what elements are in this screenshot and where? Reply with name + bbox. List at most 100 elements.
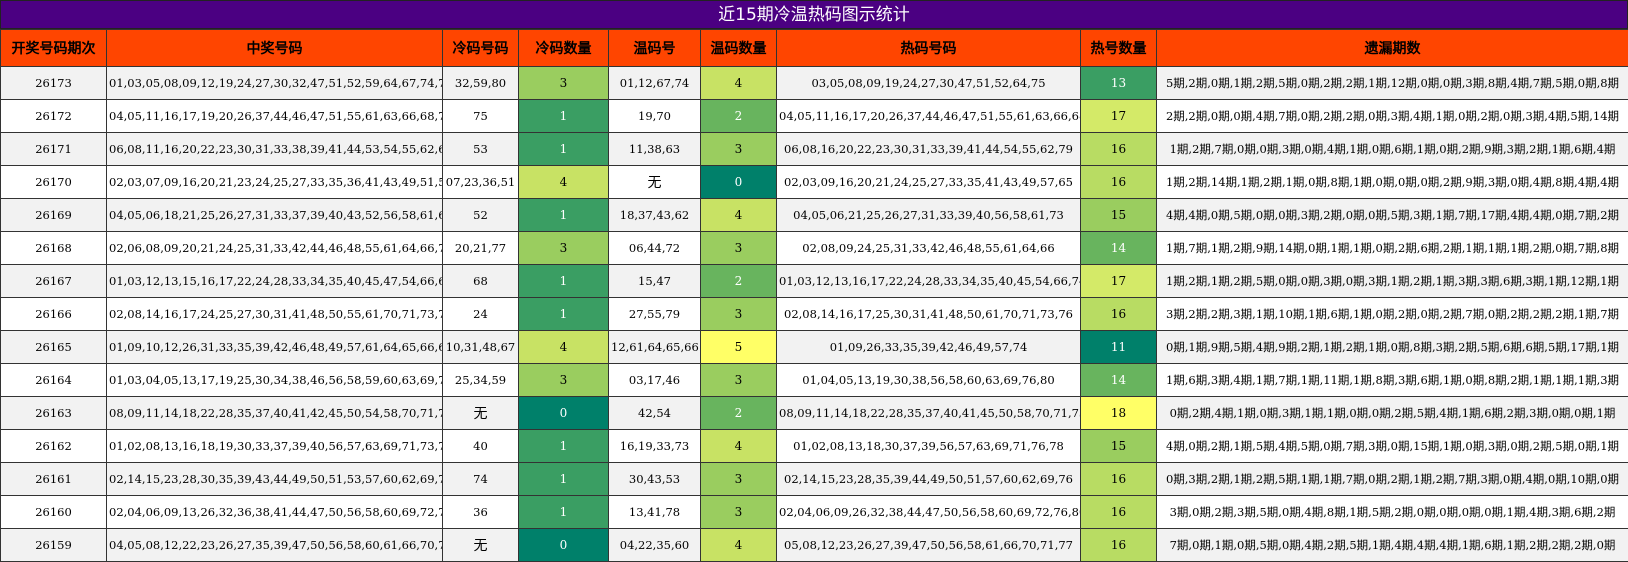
cell-warm-count: 3 — [700, 297, 777, 331]
cell-hot-numbers: 02,14,15,23,28,35,39,44,49,50,51,57,60,6… — [776, 462, 1081, 496]
cell-cold-count: 0 — [518, 396, 609, 430]
cell-warm-count: 2 — [700, 396, 777, 430]
cell-winning-numbers: 02,06,08,09,20,21,24,25,31,33,42,44,46,4… — [106, 231, 443, 265]
cell-hot-count: 17 — [1080, 264, 1157, 298]
header-row: 开奖号码期次 中奖号码 冷码号码 冷码数量 温码号 温码数量 热码号码 热号数量… — [0, 29, 1628, 67]
cell-warm-numbers: 无 — [608, 165, 701, 199]
cell-warm-count: 3 — [700, 462, 777, 496]
cell-missing-periods: 1期,7期,1期,2期,9期,14期,0期,1期,1期,0期,2期,6期,2期,… — [1156, 231, 1628, 265]
cell-period: 26166 — [0, 297, 107, 331]
cell-warm-numbers: 27,55,79 — [608, 297, 701, 331]
table-row: 26159 04,05,08,12,22,23,26,27,35,39,47,50… — [0, 528, 1628, 562]
cell-period: 26163 — [0, 396, 107, 430]
cell-period: 26162 — [0, 429, 107, 463]
cell-hot-count: 16 — [1080, 462, 1157, 496]
cell-missing-periods: 1期,2期,1期,2期,5期,0期,0期,3期,0期,3期,1期,2期,1期,3… — [1156, 264, 1628, 298]
cell-hot-numbers: 01,03,12,13,16,17,22,24,28,33,34,35,40,4… — [776, 264, 1081, 298]
cell-cold-numbers: 10,31,48,67 — [442, 330, 519, 364]
cell-warm-count: 3 — [700, 231, 777, 265]
cell-hot-count: 14 — [1080, 231, 1157, 265]
cell-missing-periods: 1期,6期,3期,4期,1期,7期,1期,11期,1期,8期,3期,6期,1期,… — [1156, 363, 1628, 397]
cell-winning-numbers: 01,03,04,05,13,17,19,25,30,34,38,46,56,5… — [106, 363, 443, 397]
stats-table: 开奖号码期次 中奖号码 冷码号码 冷码数量 温码号 温码数量 热码号码 热号数量… — [0, 29, 1628, 562]
cell-hot-count: 16 — [1080, 297, 1157, 331]
cell-missing-periods: 0期,2期,4期,1期,0期,3期,1期,1期,0期,0期,2期,5期,4期,1… — [1156, 396, 1628, 430]
cell-cold-count: 1 — [518, 132, 609, 166]
cell-period: 26169 — [0, 198, 107, 232]
cell-cold-count: 3 — [518, 231, 609, 265]
cell-winning-numbers: 01,09,10,12,26,31,33,35,39,42,46,48,49,5… — [106, 330, 443, 364]
cell-hot-count: 11 — [1080, 330, 1157, 364]
cell-cold-count: 1 — [518, 495, 609, 529]
cell-winning-numbers: 04,05,06,18,21,25,26,27,31,33,37,39,40,4… — [106, 198, 443, 232]
cell-cold-numbers: 24 — [442, 297, 519, 331]
cell-cold-count: 4 — [518, 330, 609, 364]
cell-warm-numbers: 03,17,46 — [608, 363, 701, 397]
cell-cold-numbers: 52 — [442, 198, 519, 232]
table-row: 26171 06,08,11,16,20,22,23,30,31,33,38,39… — [0, 132, 1628, 166]
cell-cold-count: 1 — [518, 99, 609, 133]
cell-hot-count: 16 — [1080, 132, 1157, 166]
cell-hot-numbers: 05,08,12,23,26,27,39,47,50,56,58,61,66,7… — [776, 528, 1081, 562]
cell-warm-count: 4 — [700, 528, 777, 562]
cell-warm-numbers: 01,12,67,74 — [608, 66, 701, 100]
cell-warm-numbers: 42,54 — [608, 396, 701, 430]
cell-cold-numbers: 07,23,36,51 — [442, 165, 519, 199]
cell-cold-numbers: 68 — [442, 264, 519, 298]
cell-hot-count: 17 — [1080, 99, 1157, 133]
cell-warm-numbers: 19,70 — [608, 99, 701, 133]
cell-warm-numbers: 16,19,33,73 — [608, 429, 701, 463]
header-cold-numbers: 冷码号码 — [442, 29, 519, 67]
cell-winning-numbers: 01,03,05,08,09,12,19,24,27,30,32,47,51,5… — [106, 66, 443, 100]
cell-missing-periods: 4期,0期,2期,1期,5期,4期,5期,0期,7期,3期,0期,15期,1期,… — [1156, 429, 1628, 463]
cell-hot-numbers: 02,04,06,09,26,32,38,44,47,50,56,58,60,6… — [776, 495, 1081, 529]
cell-warm-count: 4 — [700, 429, 777, 463]
table-row: 26169 04,05,06,18,21,25,26,27,31,33,37,39… — [0, 198, 1628, 232]
header-hot-count: 热号数量 — [1080, 29, 1157, 67]
cell-winning-numbers: 02,14,15,23,28,30,35,39,43,44,49,50,51,5… — [106, 462, 443, 496]
cell-period: 26171 — [0, 132, 107, 166]
cell-winning-numbers: 01,03,12,13,15,16,17,22,24,28,33,34,35,4… — [106, 264, 443, 298]
cell-period: 26161 — [0, 462, 107, 496]
chart-title: 近15期冷温热码图示统计 — [0, 0, 1628, 29]
cell-warm-numbers: 30,43,53 — [608, 462, 701, 496]
cell-period: 26173 — [0, 66, 107, 100]
cell-cold-numbers: 75 — [442, 99, 519, 133]
cell-cold-count: 1 — [518, 198, 609, 232]
cell-hot-count: 15 — [1080, 198, 1157, 232]
table-row: 26160 02,04,06,09,13,26,32,36,38,41,44,47… — [0, 495, 1628, 529]
header-warm-numbers: 温码号 — [608, 29, 701, 67]
cell-winning-numbers: 08,09,11,14,18,22,28,35,37,40,41,42,45,5… — [106, 396, 443, 430]
cell-period: 26160 — [0, 495, 107, 529]
cell-cold-numbers: 40 — [442, 429, 519, 463]
cell-hot-numbers: 06,08,16,20,22,23,30,31,33,39,41,44,54,5… — [776, 132, 1081, 166]
cell-cold-count: 1 — [518, 462, 609, 496]
cell-warm-count: 3 — [700, 132, 777, 166]
cell-winning-numbers: 06,08,11,16,20,22,23,30,31,33,38,39,41,4… — [106, 132, 443, 166]
cell-missing-periods: 0期,3期,2期,1期,2期,5期,1期,1期,7期,0期,2期,1期,2期,7… — [1156, 462, 1628, 496]
cell-warm-numbers: 06,44,72 — [608, 231, 701, 265]
cell-cold-count: 1 — [518, 297, 609, 331]
header-cold-count: 冷码数量 — [518, 29, 609, 67]
cell-warm-count: 0 — [700, 165, 777, 199]
cell-period: 26168 — [0, 231, 107, 265]
cell-cold-count: 1 — [518, 429, 609, 463]
cell-cold-numbers: 32,59,80 — [442, 66, 519, 100]
cell-period: 26159 — [0, 528, 107, 562]
cell-winning-numbers: 02,08,14,16,17,24,25,27,30,31,41,48,50,5… — [106, 297, 443, 331]
cell-warm-count: 2 — [700, 264, 777, 298]
cell-hot-numbers: 04,05,06,21,25,26,27,31,33,39,40,56,58,6… — [776, 198, 1081, 232]
cell-hot-count: 13 — [1080, 66, 1157, 100]
header-warm-count: 温码数量 — [700, 29, 777, 67]
cell-hot-numbers: 03,05,08,09,19,24,27,30,47,51,52,64,75 — [776, 66, 1081, 100]
cell-hot-count: 18 — [1080, 396, 1157, 430]
cell-cold-numbers: 25,34,59 — [442, 363, 519, 397]
cell-hot-numbers: 01,02,08,13,18,30,37,39,56,57,63,69,71,7… — [776, 429, 1081, 463]
cell-warm-count: 2 — [700, 99, 777, 133]
table-row: 26170 02,03,07,09,16,20,21,23,24,25,27,33… — [0, 165, 1628, 199]
cell-missing-periods: 1期,2期,14期,1期,2期,1期,0期,8期,1期,0期,0期,0期,2期,… — [1156, 165, 1628, 199]
cell-winning-numbers: 04,05,11,16,17,19,20,26,37,44,46,47,51,5… — [106, 99, 443, 133]
cell-warm-numbers: 04,22,35,60 — [608, 528, 701, 562]
cell-hot-numbers: 01,04,05,13,19,30,38,56,58,60,63,69,76,8… — [776, 363, 1081, 397]
cell-winning-numbers: 01,02,08,13,16,18,19,30,33,37,39,40,56,5… — [106, 429, 443, 463]
